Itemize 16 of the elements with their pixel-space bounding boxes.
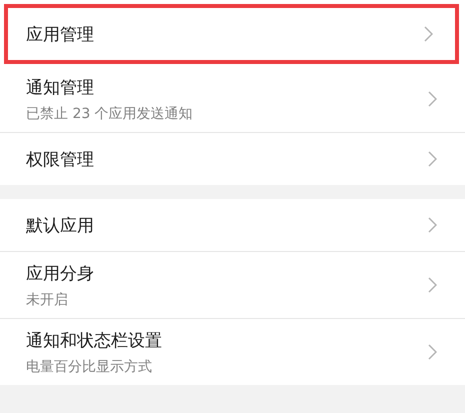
item-title: 通知和状态栏设置: [26, 330, 162, 352]
chevron-right-icon: [428, 344, 437, 360]
item-title: 权限管理: [26, 148, 94, 170]
item-title: 应用管理: [26, 24, 94, 46]
chevron-right-icon: [428, 151, 437, 167]
item-title: 通知管理: [26, 76, 95, 98]
chevron-right-icon: [428, 277, 437, 293]
item-subtitle: 电量百分比显示方式: [26, 358, 153, 376]
item-subtitle: 已禁止 23 个应用发送通知: [26, 104, 193, 122]
chevron-right-icon: [428, 217, 437, 233]
chevron-right-icon: [424, 26, 433, 42]
item-title: 默认应用: [26, 214, 94, 236]
settings-item[interactable]: 应用管理: [4, 4, 459, 64]
item-subtitle: 未开启: [26, 290, 69, 308]
item-title: 应用分身: [26, 262, 94, 284]
chevron-right-icon: [428, 91, 437, 107]
